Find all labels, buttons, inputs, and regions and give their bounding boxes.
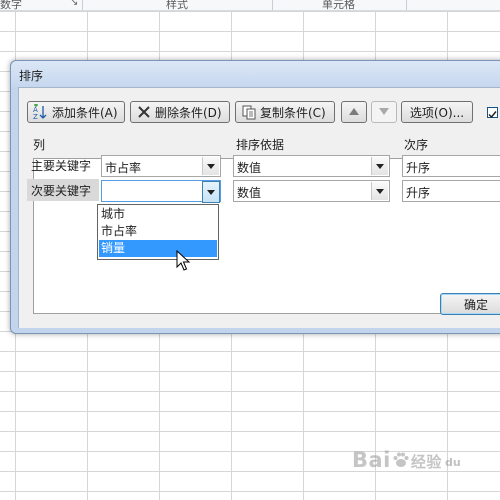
dialog-title: 排序 [19, 69, 44, 83]
watermark: Bai 经验 [352, 448, 442, 472]
primary-sort-on-value: 数值 [237, 161, 262, 175]
ribbon-strip: 数字 ↘ 样式 单元格 [0, 0, 500, 11]
column-header: 列 [33, 138, 46, 152]
delete-level-label: 删除条件(D) [155, 105, 222, 120]
ribbon-separator [406, 0, 407, 10]
secondary-sort-on-value: 数值 [237, 186, 262, 200]
sort-dialog: 排序 AZ 添加条件(A) 删除条件(D) 复制条件(C) 选项(O)... 列… [10, 60, 500, 334]
secondary-sort-on-select[interactable]: 数值 [233, 180, 390, 202]
options-button[interactable]: 选项(O)... [401, 101, 473, 123]
copy-level-button[interactable]: 复制条件(C) [235, 101, 335, 123]
delete-x-icon [136, 104, 152, 120]
ribbon-separator [272, 0, 273, 10]
add-level-button[interactable]: AZ 添加条件(A) [27, 101, 125, 123]
order-header: 次序 [404, 138, 429, 152]
primary-order-value: 升序 [406, 161, 431, 175]
options-label: 选项(O)... [409, 105, 465, 120]
svg-text:Z: Z [33, 113, 38, 120]
primary-column-value: 市占率 [105, 161, 142, 175]
sort-on-header: 排序依据 [236, 138, 285, 152]
triangle-down-icon [378, 105, 390, 119]
ok-button[interactable]: 确定 [440, 293, 500, 315]
mouse-cursor-icon [176, 250, 191, 271]
chevron-down-icon[interactable] [371, 157, 388, 175]
watermark-suffix: 经验 [410, 453, 442, 471]
dialog-client: AZ 添加条件(A) 删除条件(D) 复制条件(C) 选项(O)... 列 排序… [18, 87, 500, 328]
primary-sort-on-select[interactable]: 数值 [233, 155, 390, 177]
ribbon-separator [82, 0, 83, 10]
has-headers-checkbox[interactable] [487, 107, 498, 119]
dropdown-option-selected[interactable]: 销量 [99, 240, 217, 257]
secondary-key-label: 次要关键字 [31, 184, 92, 198]
chevron-down-icon[interactable] [202, 157, 219, 175]
primary-key-label: 主要关键字 [31, 159, 92, 173]
watermark-sub: du [445, 456, 461, 469]
copy-level-label: 复制条件(C) [260, 105, 326, 120]
dialog-titlebar[interactable]: 排序 [11, 61, 500, 87]
ok-label: 确定 [463, 297, 488, 312]
secondary-order-value: 升序 [406, 186, 431, 200]
dropdown-option[interactable]: 城市 [99, 206, 217, 223]
column-dropdown-list: 城市 市占率 销量 [97, 204, 219, 260]
add-level-label: 添加条件(A) [52, 105, 118, 120]
add-sort-icon: AZ [33, 104, 49, 120]
check-icon [488, 111, 497, 119]
chevron-down-icon[interactable] [371, 182, 388, 200]
secondary-column-select[interactable] [101, 180, 221, 203]
triangle-up-icon [348, 105, 360, 119]
paw-icon [393, 452, 409, 467]
dropdown-option[interactable]: 市占率 [99, 223, 217, 240]
move-down-button[interactable] [371, 101, 397, 123]
copy-icon [241, 104, 257, 120]
chevron-down-icon[interactable] [202, 181, 220, 203]
delete-level-button[interactable]: 删除条件(D) [130, 101, 230, 123]
primary-column-select[interactable]: 市占率 [101, 155, 221, 177]
primary-order-select[interactable]: 升序 [402, 155, 500, 177]
dialog-launcher-icon[interactable]: ↘ [70, 0, 78, 8]
watermark-brand: Bai [352, 448, 391, 472]
move-up-button[interactable] [341, 101, 367, 123]
secondary-order-select[interactable]: 升序 [402, 180, 500, 202]
